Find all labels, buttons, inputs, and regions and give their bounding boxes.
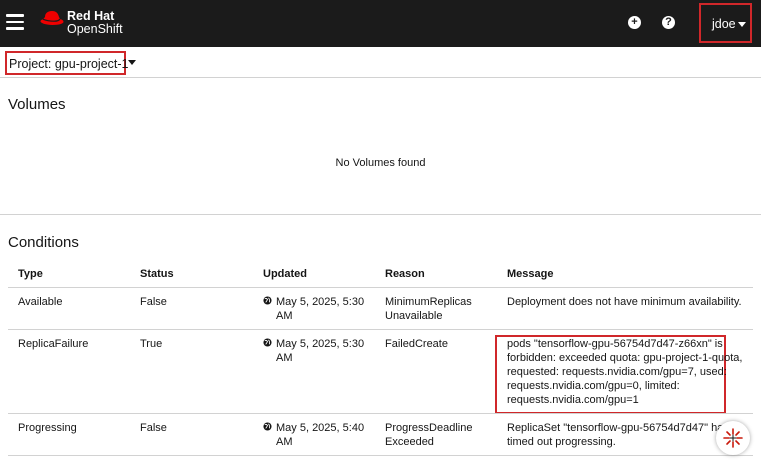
row-divider bbox=[8, 413, 753, 414]
conditions-heading: Conditions bbox=[8, 234, 79, 251]
row-divider bbox=[8, 455, 753, 456]
cell-updated: May 5, 2025, 5:40 bbox=[276, 422, 365, 434]
volumes-empty-state: No Volumes found bbox=[335, 157, 426, 169]
column-header-type: Type bbox=[18, 268, 43, 280]
plus-circle-icon[interactable]: + bbox=[628, 16, 641, 29]
cell-updated-line2: AM bbox=[276, 436, 293, 448]
masthead: Red Hat OpenShift + ? jdoe bbox=[0, 0, 761, 47]
cell-reason: FailedCreate bbox=[385, 338, 448, 350]
cell-type: Available bbox=[18, 296, 63, 308]
cell-message-line: requested: requests.nvidia.com/gpu=7, us… bbox=[507, 366, 727, 378]
cell-status: True bbox=[140, 338, 163, 350]
question-circle-icon[interactable]: ? bbox=[662, 16, 675, 29]
cell-message: Deployment does not have minimum availab… bbox=[507, 296, 742, 308]
user-menu-toggle[interactable]: jdoe bbox=[699, 3, 752, 43]
globe-icon bbox=[263, 422, 272, 431]
cell-updated: May 5, 2025, 5:30 bbox=[276, 296, 365, 308]
project-bar: Project: gpu-project-1 bbox=[0, 47, 761, 78]
hamburger-menu-icon[interactable] bbox=[6, 14, 24, 30]
row-divider bbox=[8, 287, 753, 288]
globe-icon bbox=[263, 338, 272, 347]
cell-status: False bbox=[140, 422, 167, 434]
row-divider bbox=[8, 329, 753, 330]
volumes-heading: Volumes bbox=[8, 96, 66, 113]
redhat-openshift-logo[interactable]: Red Hat OpenShift bbox=[40, 9, 130, 39]
cell-reason: MinimumReplicas bbox=[385, 296, 472, 308]
cell-reason: ProgressDeadline bbox=[385, 422, 473, 434]
cell-status: False bbox=[140, 296, 167, 308]
cell-type: Progressing bbox=[18, 422, 77, 434]
cell-updated-line2: AM bbox=[276, 310, 293, 322]
cell-updated: May 5, 2025, 5:30 bbox=[276, 338, 365, 350]
column-header-reason: Reason bbox=[385, 268, 425, 280]
cell-message: pods "tensorflow-gpu-56754d7d47-z66xn" i… bbox=[507, 338, 723, 350]
globe-icon bbox=[263, 296, 272, 305]
cell-type: ReplicaFailure bbox=[18, 338, 89, 350]
cell-reason-line2: Exceeded bbox=[385, 436, 434, 448]
cell-updated-line2: AM bbox=[276, 352, 293, 364]
cell-message-line: timed out progressing. bbox=[507, 436, 616, 448]
cell-message-line: forbidden: exceeded quota: gpu-project-1… bbox=[507, 352, 743, 364]
brand-line2: OpenShift bbox=[67, 22, 123, 36]
caret-down-icon[interactable] bbox=[128, 60, 136, 65]
cell-message-line: requests.nvidia.com/gpu=1 bbox=[507, 394, 639, 406]
assistant-button[interactable] bbox=[716, 421, 750, 455]
caret-down-icon bbox=[738, 22, 746, 27]
user-name: jdoe bbox=[712, 17, 736, 31]
section-divider bbox=[0, 214, 761, 215]
cell-message: ReplicaSet "tensorflow-gpu-56754d7d47" h… bbox=[507, 422, 729, 434]
column-header-message: Message bbox=[507, 268, 554, 280]
column-header-updated: Updated bbox=[263, 268, 307, 280]
redhat-hat-icon bbox=[40, 11, 64, 25]
column-header-status: Status bbox=[140, 268, 174, 280]
cell-message-line: requests.nvidia.com/gpu=0, limited: bbox=[507, 380, 680, 392]
project-label: Project: gpu-project-1 bbox=[9, 57, 129, 71]
sparkle-icon bbox=[723, 428, 743, 448]
cell-reason-line2: Unavailable bbox=[385, 310, 443, 322]
project-selector[interactable]: Project: gpu-project-1 bbox=[5, 51, 129, 75]
